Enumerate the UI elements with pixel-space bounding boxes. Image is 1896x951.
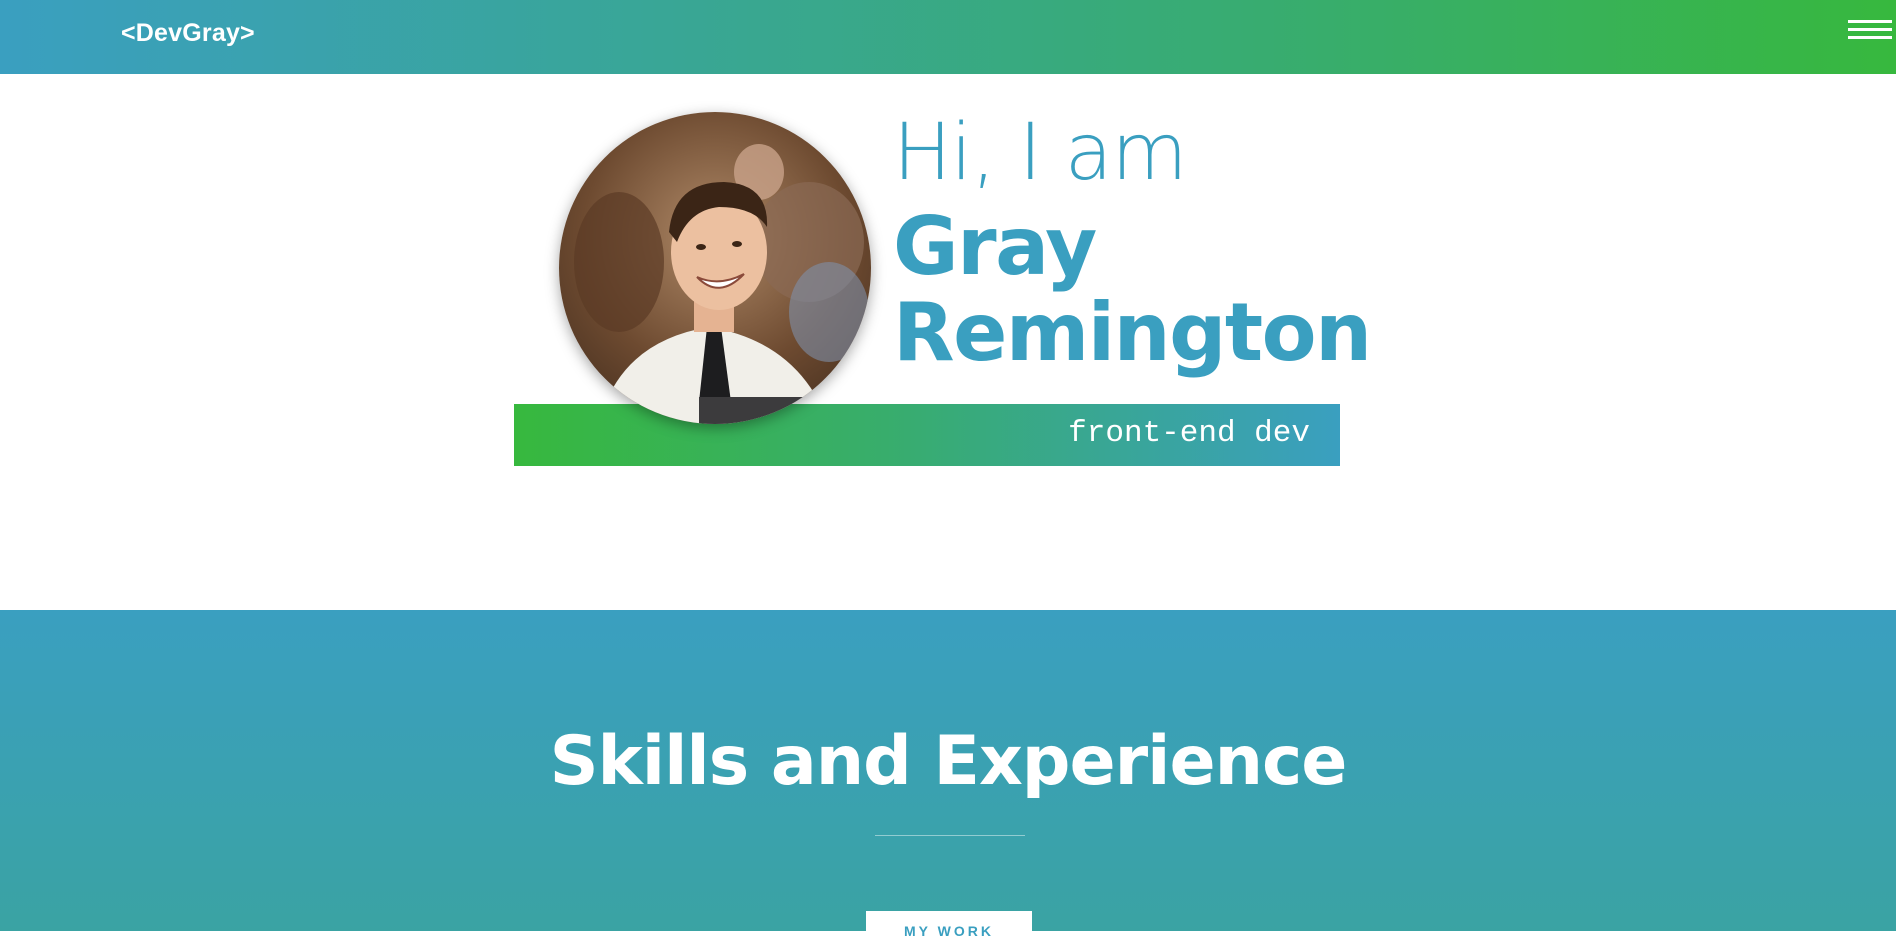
site-header: <DevGray>	[0, 0, 1896, 74]
hero-section: front-end dev Hi, I am Gray Remington	[0, 74, 1896, 610]
hero-last-name: Remington	[893, 286, 1372, 379]
section-divider	[875, 835, 1025, 836]
tagline-text: front-end dev	[1068, 416, 1310, 451]
hamburger-line	[1848, 20, 1892, 23]
hamburger-line	[1848, 36, 1892, 39]
tagline-bar: front-end dev	[514, 404, 1340, 466]
hero-greeting: Hi, I am	[893, 108, 1187, 198]
profile-photo-illustration	[574, 144, 869, 424]
hero-name: Gray Remington	[893, 200, 1372, 379]
skills-title: Skills and Experience	[549, 722, 1348, 801]
hero-first-name: Gray	[893, 200, 1097, 293]
avatar	[559, 112, 871, 424]
hamburger-menu-icon[interactable]	[1848, 20, 1892, 40]
hamburger-line	[1848, 28, 1892, 31]
site-logo[interactable]: <DevGray>	[121, 19, 255, 48]
my-work-button[interactable]: MY WORK	[866, 911, 1032, 951]
skills-section: Skills and Experience MY WORK	[0, 610, 1896, 951]
